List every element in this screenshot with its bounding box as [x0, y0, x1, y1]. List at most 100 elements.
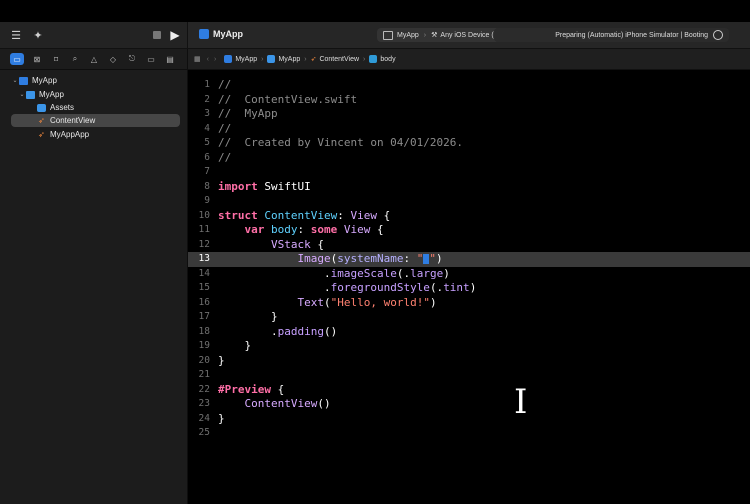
menu-bar — [0, 0, 750, 22]
code-line: 24} — [188, 412, 750, 427]
code-line: 17 } — [188, 310, 750, 325]
debug-icon[interactable]: ⎋ — [125, 53, 139, 65]
code-line: 3// MyApp — [188, 107, 750, 122]
project-navigator: ▭ ⊠ ⌑ ⌕ △ ◇ ⎋ ▭ ▤ ⌄ MyApp ⌄ MyApp Assets… — [0, 49, 188, 504]
code-line: 21 — [188, 368, 750, 383]
chevron-right-icon: › — [261, 55, 264, 63]
spinner-icon — [713, 30, 723, 40]
scheme-icon — [383, 30, 393, 40]
jumpbar-item[interactable]: MyApp — [278, 56, 300, 63]
project-file-icon — [19, 76, 28, 85]
text-cursor-icon: I — [514, 382, 528, 422]
code-line: 16 Text("Hello, world!") — [188, 296, 750, 311]
code-line: 11 var body: some View { — [188, 223, 750, 238]
back-icon[interactable]: ‹ — [207, 56, 209, 63]
line-number: 9 — [204, 195, 210, 206]
jump-bar: ▦ ‹ › MyApp › MyApp › ➶ ContentView › bo… — [188, 49, 750, 70]
code-line: 7 — [188, 165, 750, 180]
project-icon — [199, 29, 209, 39]
chevron-down-icon: ⌄ — [19, 92, 25, 98]
chevron-right-icon: › — [423, 31, 427, 39]
code-line: 18 .padding() — [188, 325, 750, 340]
folder-icon — [267, 55, 276, 63]
forward-icon[interactable]: › — [214, 56, 216, 63]
tree-item-myappapp[interactable]: ➶ MyAppApp — [37, 128, 89, 141]
code-line: 1// — [188, 78, 750, 93]
add-icon[interactable]: ✦ — [30, 27, 46, 43]
project-title: MyApp — [213, 29, 243, 39]
search-icon[interactable]: ⌕ — [68, 53, 82, 65]
line-number: 23 — [198, 398, 210, 409]
line-number: 12 — [198, 238, 210, 250]
line-number: 7 — [204, 166, 210, 177]
toolbar-left: ☰ ✦ ▶ — [0, 22, 188, 48]
line-number: 22 — [198, 383, 210, 395]
jumpbar-item[interactable]: MyApp — [235, 56, 257, 63]
breakpoint-icon[interactable]: ▭ — [144, 53, 158, 65]
line-number: 25 — [198, 427, 210, 438]
swift-file-icon: ➶ — [38, 130, 45, 139]
code-line: 22 #Preview { — [188, 383, 750, 398]
jumpbar-item[interactable]: body — [380, 56, 395, 63]
code-area[interactable]: 1// 2// ContentView.swift 3// MyApp 4// … — [188, 78, 750, 441]
code-line: 8 import SwiftUI — [188, 180, 750, 195]
code-line: 12 VStack { — [188, 238, 750, 253]
activity-status: Preparing (Automatic) iPhone Simulator |… — [494, 28, 729, 42]
line-number: 4 — [204, 122, 210, 134]
code-line-current: 13 Image(systemName: " ") — [188, 252, 750, 267]
line-number: 8 — [204, 180, 210, 192]
chevron-right-icon: › — [304, 55, 307, 63]
code-line: 14 .imageScale(.large) — [188, 267, 750, 282]
tree-item-label: MyApp — [39, 90, 64, 99]
status-text: Preparing (Automatic) iPhone Simulator |… — [555, 31, 708, 39]
tree-item-folder[interactable]: ⌄ MyApp — [18, 88, 64, 101]
code-line: 25 — [188, 426, 750, 441]
tree-item-assets[interactable]: Assets — [37, 101, 74, 114]
line-number: 20 — [198, 354, 210, 366]
assets-icon — [37, 103, 46, 112]
line-number: 15 — [198, 282, 210, 293]
grid-icon[interactable]: ▦ — [194, 55, 201, 63]
line-number: 5 — [204, 137, 210, 148]
folder-icon[interactable]: ▭ — [10, 53, 24, 65]
stop-icon[interactable] — [150, 28, 164, 42]
tree-item-label: Assets — [50, 103, 75, 112]
code-line: 20} — [188, 354, 750, 369]
toolbar: ☰ ✦ ▶ MyApp MyApp › ⚒ Any iOS Device (ar… — [0, 22, 750, 49]
report-icon[interactable]: ▤ — [163, 53, 177, 65]
code-line: 19 } — [188, 339, 750, 354]
line-number: 19 — [198, 340, 210, 351]
project-icon — [224, 55, 233, 63]
property-icon — [369, 55, 378, 63]
line-number: 21 — [198, 369, 210, 380]
bookmark-icon[interactable]: ⌑ — [49, 53, 63, 65]
line-number: 24 — [198, 412, 210, 424]
code-line: 9 — [188, 194, 750, 209]
tree-item-label: ContentView — [50, 116, 96, 125]
navigator-tab-bar: ▭ ⊠ ⌑ ⌕ △ ◇ ⎋ ▭ ▤ — [0, 49, 187, 70]
code-line: 15 .foregroundStyle(.tint) — [188, 281, 750, 296]
code-line: 23 ContentView() — [188, 397, 750, 412]
tree-item-contentview[interactable]: ➶ ContentView — [11, 114, 180, 127]
tree-item-label: MyApp — [32, 76, 57, 85]
test-icon[interactable]: ◇ — [106, 53, 120, 65]
line-number: 17 — [198, 311, 210, 322]
swift-file-icon: ➶ — [310, 56, 317, 63]
hammer-icon: ⚒ — [431, 32, 438, 39]
issue-icon[interactable]: △ — [87, 53, 101, 65]
jumpbar-item[interactable]: ContentView — [319, 56, 359, 63]
code-line: 4// — [188, 122, 750, 137]
run-icon[interactable]: ▶ — [168, 27, 182, 43]
line-number: 14 — [198, 267, 210, 279]
code-line: 6// — [188, 151, 750, 166]
code-line: 5// Created by Vincent on 04/01/2026. — [188, 136, 750, 151]
line-number: 18 — [198, 325, 210, 337]
warning-square-icon[interactable]: ⊠ — [30, 53, 44, 65]
tree-item-project[interactable]: ⌄ MyApp — [11, 74, 57, 87]
line-number: 11 — [198, 224, 210, 235]
sidebar-toggle-icon[interactable]: ☰ — [8, 27, 24, 43]
line-number: 1 — [204, 79, 210, 90]
source-editor[interactable]: ▦ ‹ › MyApp › MyApp › ➶ ContentView › bo… — [188, 49, 750, 504]
line-number: 13 — [198, 253, 210, 264]
line-number: 16 — [198, 296, 210, 308]
